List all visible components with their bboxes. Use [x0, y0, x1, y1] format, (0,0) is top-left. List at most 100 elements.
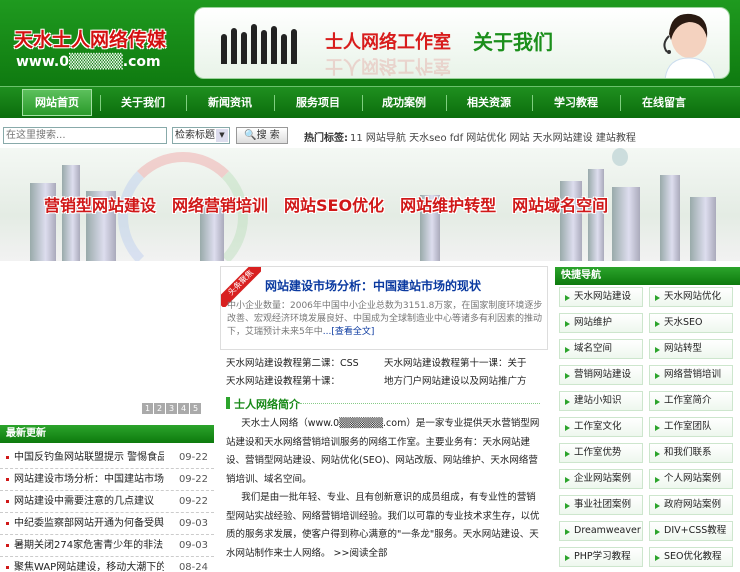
news-title: 聚焦WAP网站建设，移动大潮下的 [14, 562, 164, 572]
main-banner[interactable]: 营销型网站建设 网络营销培训 网站SEO优化 网站维护转型 网站域名空间 [0, 148, 740, 261]
header-banner[interactable]: 士人网络工作室 关于我们 士人网络工作室 [194, 7, 730, 79]
banner-title-red: 士人网络工作室 [325, 32, 451, 53]
search-type-select[interactable]: 检索标题 ▼ [172, 127, 230, 144]
news-title: 暑期关闭274家危害青少年的非法网 [14, 540, 164, 551]
read-all-link[interactable]: >>阅读全部 [334, 548, 388, 559]
article-link[interactable]: 地方门户网站建设以及网站推广方 [384, 373, 527, 387]
search-type-value: 检索标题 [175, 130, 215, 141]
article-link[interactable]: 天水网站建设教程第十课： [226, 373, 340, 387]
pager-button[interactable]: 1 [142, 403, 153, 414]
nav-news[interactable]: 新闻资讯 [190, 87, 270, 118]
banner-word: 网站域名空间 [512, 196, 609, 215]
article-link[interactable]: 天水网站建设教程第十一课：关于 [384, 355, 527, 369]
nav-message[interactable]: 在线留言 [624, 87, 704, 118]
nav-divider [362, 95, 363, 111]
search-input[interactable] [3, 127, 167, 144]
intro-paragraph: 天水士人网络（www.0▒▒▒▒▒▒.com）是一家专业提供天水营销型网站建设和… [226, 418, 540, 485]
news-title: 中纪委监察部网站开通为何备受舆论 [14, 518, 164, 529]
banner-title-reflection: 士人网络工作室 [325, 55, 451, 76]
quick-link[interactable]: 营销网站建设 [559, 365, 643, 385]
right-column: 快捷导航 天水网站建设 天水网站优化 网站维护 天水SEO 域名空间 网站转型 … [555, 263, 740, 572]
site-header: 天水士人网络传媒 www.0▒▒▒▒▒.com 士人网络工作室 关于我们 士人网… [0, 0, 740, 86]
nav-divider [186, 95, 187, 111]
business-people-icon [221, 20, 301, 64]
nav-resources[interactable]: 相关资源 [450, 87, 528, 118]
headline-box: 头条聚焦 网站建设市场分析：中国建站市场的现状 中小企业数量：2006年中国中小… [220, 266, 548, 350]
quick-link[interactable]: 企业网站案例 [559, 469, 643, 489]
middle-column: 头条聚焦 网站建设市场分析：中国建站市场的现状 中小企业数量：2006年中国中小… [220, 263, 550, 572]
search-button[interactable]: 🔍搜 索 [236, 127, 288, 144]
banner-word: 网站维护转型 [400, 196, 497, 215]
quick-link[interactable]: DIV+CSS教程 [649, 521, 733, 541]
intro-text: 天水士人网络（www.0▒▒▒▒▒▒.com）是一家专业提供天水营销型网站建设和… [226, 415, 544, 563]
quick-link[interactable]: 天水SEO [649, 313, 733, 333]
site-url: www.0▒▒▒▒▒.com [16, 54, 161, 70]
nav-about[interactable]: 关于我们 [104, 87, 182, 118]
main-nav: 网站首页 关于我们 新闻资讯 服务项目 成功案例 相关资源 学习教程 在线留言 [0, 86, 740, 118]
intro-title: 士人网络简介 [234, 398, 300, 411]
banner-word: 网络营销培训 [172, 196, 269, 215]
quick-link[interactable]: 工作室文化 [559, 417, 643, 437]
search-icon: 🔍 [244, 130, 257, 141]
news-title: 网站建设市场分析：中国建站市场的 [14, 474, 164, 485]
quick-link[interactable]: 工作室简介 [649, 391, 733, 411]
quick-link[interactable]: Dreamweaver [559, 521, 643, 541]
nav-tutorials[interactable]: 学习教程 [536, 87, 616, 118]
building-decoration [660, 175, 680, 261]
nav-home[interactable]: 网站首页 [22, 89, 92, 116]
quick-link[interactable]: 工作室优势 [559, 443, 643, 463]
latest-updates-header: 最新更新 [0, 425, 214, 443]
article-link[interactable]: 天水网站建设教程第二课：CSS [226, 355, 359, 369]
quick-link[interactable]: 网络营销培训 [649, 365, 733, 385]
list-item[interactable]: 网站建设中需要注意的几点建议 09-22 [0, 491, 214, 513]
quick-link[interactable]: 政府网站案例 [649, 495, 733, 515]
summary-text: 中小企业数量：2006年中国中小企业总数为3151.8万家，在国家制度环境逐步改… [227, 301, 543, 337]
building-decoration [690, 197, 716, 261]
list-item[interactable]: 中纪委监察部网站开通为何备受舆论 09-03 [0, 513, 214, 535]
slideshow-pager: 12345 [142, 403, 202, 414]
search-bar: 检索标题 ▼ 🔍搜 索 热门标签: 11 网站导航 天水seo fdf 网站优化… [0, 124, 740, 146]
site-logo[interactable]: 天水士人网络传媒 [14, 25, 166, 52]
hot-tags-label: 热门标签: [304, 133, 348, 144]
quick-link[interactable]: 和我们联系 [649, 443, 733, 463]
headline-summary: 中小企业数量：2006年中国中小企业总数为3151.8万家，在国家制度环境逐步改… [227, 300, 543, 339]
news-title: 中国反钓鱼网站联盟提示 警惕食品 [14, 452, 164, 463]
pager-button[interactable]: 4 [178, 403, 189, 414]
nav-divider [100, 95, 101, 111]
left-column: 12345 最新更新 中国反钓鱼网站联盟提示 警惕食品 09-22 网站建设市场分… [0, 263, 214, 572]
banner-word: 营销型网站建设 [44, 196, 157, 215]
section-marker [226, 397, 230, 409]
intro-section-header: 士人网络简介 [220, 393, 548, 413]
hot-tags[interactable]: 11 网站导航 天水seo fdf 网站优化 网站 天水网站建设 建站教程 [350, 129, 636, 144]
quick-link[interactable]: 建站小知识 [559, 391, 643, 411]
quick-link[interactable]: 个人网站案例 [649, 469, 733, 489]
quick-link[interactable]: 网站转型 [649, 339, 733, 359]
list-item[interactable]: 中国反钓鱼网站联盟提示 警惕食品 09-22 [0, 447, 214, 469]
list-item[interactable]: 聚焦WAP网站建设，移动大潮下的 08-24 [0, 557, 214, 572]
quick-link[interactable]: 工作室团队 [649, 417, 733, 437]
quick-link[interactable]: 天水网站优化 [649, 287, 733, 307]
pager-button[interactable]: 2 [154, 403, 165, 414]
list-item[interactable]: 网站建设市场分析：中国建站市场的 09-22 [0, 469, 214, 491]
banner-word: 网站SEO优化 [284, 196, 385, 215]
search-button-label: 搜 索 [256, 130, 280, 141]
quick-link[interactable]: PHP学习教程 [559, 547, 643, 567]
pager-button[interactable]: 3 [166, 403, 177, 414]
quick-link[interactable]: 网站维护 [559, 313, 643, 333]
nav-cases[interactable]: 成功案例 [366, 87, 442, 118]
read-full-link[interactable]: ...[查看全文] [323, 327, 375, 337]
pager-button[interactable]: 5 [190, 403, 201, 414]
banner-slogan: 营销型网站建设 网络营销培训 网站SEO优化 网站维护转型 网站域名空间 [44, 192, 624, 216]
customer-service-girl-icon [663, 13, 716, 78]
quick-link[interactable]: 域名空间 [559, 339, 643, 359]
list-item[interactable]: 暑期关闭274家危害青少年的非法网 09-03 [0, 535, 214, 557]
news-date: 08-24 [178, 562, 208, 572]
quick-link[interactable]: 天水网站建设 [559, 287, 643, 307]
slideshow-area[interactable] [0, 263, 214, 423]
news-date: 09-03 [178, 518, 208, 529]
quick-link[interactable]: 事业社团案例 [559, 495, 643, 515]
headline-title[interactable]: 网站建设市场分析：中国建站市场的现状 [265, 277, 481, 294]
nav-services[interactable]: 服务项目 [278, 87, 358, 118]
quick-link[interactable]: SEO优化教程 [649, 547, 733, 567]
chevron-down-icon: ▼ [216, 129, 228, 142]
